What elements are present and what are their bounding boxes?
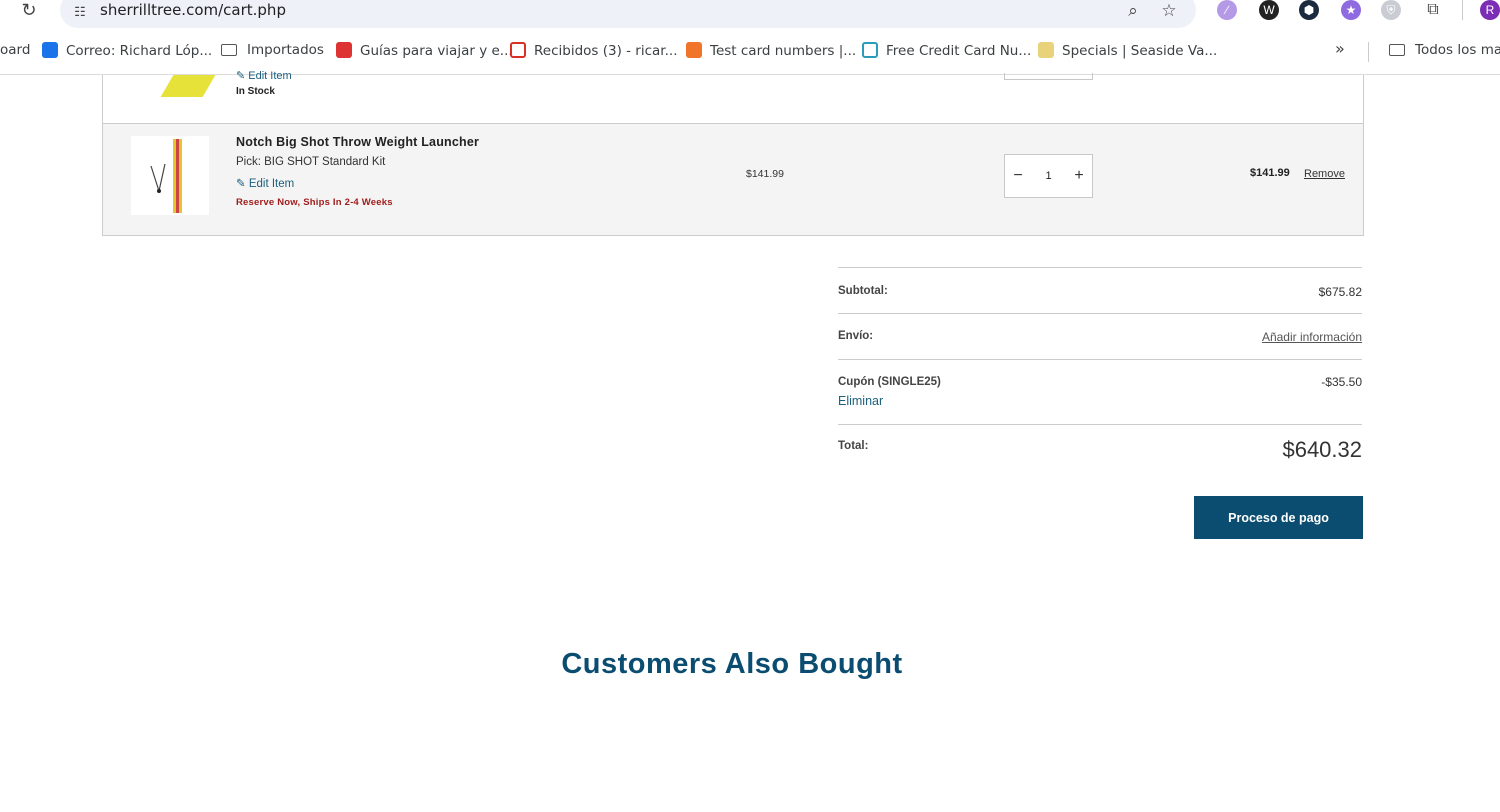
w-extension-icon[interactable]: W — [1259, 0, 1279, 20]
reload-icon[interactable]: ↻ — [18, 0, 40, 22]
chevron-double-right-icon[interactable]: » — [1335, 39, 1345, 58]
unit-price: $141.99 — [746, 168, 784, 180]
purple-extension-icon[interactable]: ★ — [1341, 0, 1361, 20]
quantity-stepper-prev[interactable] — [1004, 73, 1093, 80]
url-text[interactable]: sherrilltree.com/cart.php — [100, 1, 286, 19]
bookmark-item[interactable]: Free Credit Card Nu... — [862, 42, 1031, 59]
stock-status: In Stock — [236, 86, 275, 97]
folder-icon — [1389, 44, 1405, 56]
shipping-label: Envío: — [838, 330, 874, 342]
coupon-label: Cupón (SINGLE25) — [838, 376, 941, 388]
bookmark-item[interactable]: Test card numbers |... — [686, 42, 856, 59]
outlook-icon — [42, 42, 58, 58]
plus-icon[interactable]: + — [1066, 155, 1092, 197]
total-value: $640.32 — [1282, 437, 1362, 462]
remove-link[interactable]: Remove — [1304, 168, 1345, 180]
add-shipping-info-link[interactable]: Añadir información — [1262, 330, 1362, 344]
cart-table: ✎ Edit Item In Stock Notch Big Shot Thro… — [102, 70, 1364, 236]
coupon-row: Cupón (SINGLE25) -$35.50 Eliminar — [838, 359, 1362, 425]
customers-also-bought-heading: Customers Also Bought — [561, 648, 903, 680]
bookmark-item[interactable]: Correo: Richard Lóp... — [42, 42, 212, 59]
subtotal-value: $675.82 — [1318, 285, 1362, 299]
bookmark-folder[interactable]: Importados — [221, 42, 324, 58]
folder-icon — [221, 44, 237, 56]
bookmark-item[interactable]: Guías para viajar y e... — [336, 42, 513, 59]
checkout-button[interactable]: Proceso de pago — [1194, 496, 1363, 539]
product-thumbnail-prev — [160, 75, 216, 97]
zoom-icon[interactable]: ⌕ — [1122, 0, 1144, 22]
browser-toolbar: ↻ ☷ sherrilltree.com/cart.php ⌕ ☆ ∕ W ⬢ … — [0, 0, 1500, 30]
edit-item-link[interactable]: ✎ Edit Item — [236, 176, 294, 190]
quantity-stepper[interactable]: − 1 + — [1004, 154, 1093, 198]
site-info-icon[interactable]: ☷ — [70, 2, 90, 22]
gmail-icon — [510, 42, 526, 58]
bookmark-folder[interactable]: Todos los marc — [1389, 42, 1500, 58]
subtotal-row: Subtotal: $675.82 — [838, 267, 1362, 314]
feather-extension-icon[interactable]: ∕ — [1217, 0, 1237, 20]
bookmark-item[interactable]: oard — [0, 42, 30, 58]
shipping-notice: Reserve Now, Ships In 2-4 Weeks — [236, 197, 393, 208]
hex-extension-icon[interactable]: ⬢ — [1299, 0, 1319, 20]
bookmark-item[interactable]: Specials | Seaside Va... — [1038, 42, 1217, 59]
profile-avatar[interactable]: R — [1480, 0, 1500, 20]
minus-icon[interactable]: − — [1005, 155, 1031, 197]
puzzle-icon[interactable]: ⧉ — [1423, 0, 1443, 20]
launcher-image — [150, 139, 182, 213]
line-total: $141.99 — [1250, 167, 1290, 179]
edit-item-link-prev[interactable]: ✎ Edit Item — [236, 69, 292, 79]
star-icon[interactable]: ☆ — [1158, 0, 1180, 22]
guide-icon — [336, 42, 352, 58]
pencil-icon: ✎ — [236, 178, 246, 190]
coupon-value: -$35.50 — [1321, 375, 1362, 389]
total-row: Total: $640.32 — [838, 424, 1362, 475]
test-card-icon — [686, 42, 702, 58]
product-name[interactable]: Notch Big Shot Throw Weight Launcher — [236, 135, 479, 149]
address-bar[interactable]: ☷ sherrilltree.com/cart.php ⌕ ☆ — [60, 0, 1196, 28]
shield-extension-icon[interactable]: ⛨ — [1381, 0, 1401, 20]
subtotal-label: Subtotal: — [838, 285, 888, 297]
product-option: Pick: BIG SHOT Standard Kit — [236, 156, 386, 168]
shipping-row: Envío: Añadir información — [838, 313, 1362, 359]
product-thumbnail[interactable] — [131, 136, 209, 215]
quantity-value[interactable]: 1 — [1035, 155, 1062, 197]
bookmark-item[interactable]: Recibidos (3) - ricar... — [510, 42, 677, 59]
bookmarks-divider — [1368, 42, 1369, 62]
toolbar-divider — [1462, 0, 1463, 20]
seaside-icon — [1038, 42, 1054, 58]
bookmarks-bar: oard Correo: Richard Lóp... Importados G… — [0, 30, 1500, 75]
credit-card-site-icon — [862, 42, 878, 58]
remove-coupon-link[interactable]: Eliminar — [838, 394, 883, 408]
total-label: Total: — [838, 440, 869, 452]
cart-item-row: Notch Big Shot Throw Weight Launcher Pic… — [103, 123, 1363, 235]
